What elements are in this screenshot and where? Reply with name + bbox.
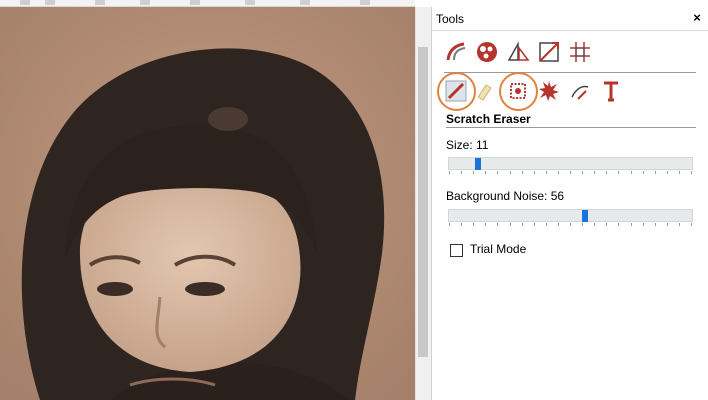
scratch-eraser-tool-button[interactable] [442,77,470,105]
slider-tick [485,171,486,174]
close-icon[interactable]: × [689,9,705,27]
slider-tick [570,171,571,174]
toolbar-button[interactable] [45,0,55,5]
slider-tick [510,223,511,226]
slider-tick [522,223,523,226]
slider-tick [691,171,692,174]
crop-resize-tool-button[interactable] [535,38,563,66]
background-noise-slider[interactable] [448,209,693,222]
slider-tick [546,223,547,226]
slider-tick [558,171,559,174]
slider-tick [485,223,486,226]
slider-tick [594,223,595,226]
slider-tick [667,171,668,174]
sepia-portrait-photo [0,7,415,400]
slider-tick [667,223,668,226]
slider-tick [473,171,474,174]
toolbar-button[interactable] [360,0,370,5]
tools-panel: Tools × Scratch Eraser Size: 11 Backgrou… [431,7,708,400]
color-wheel-tool-button[interactable] [473,38,501,66]
scrollbar-thumb[interactable] [418,47,428,357]
tool-row-divider [444,72,696,73]
slider-tick [570,223,571,226]
color-wheel-icon [477,42,497,62]
section-divider [446,127,696,128]
slider-tick [631,223,632,226]
text-tool-button[interactable] [597,77,625,105]
size-slider-thumb[interactable] [475,158,481,170]
lasso-hand-icon [571,85,589,100]
panel-title: Tools [436,12,465,26]
slider-tick [497,223,498,226]
eraser-tool-button[interactable] [470,77,498,105]
noise-reduction-icon [510,83,526,99]
slider-tick [582,171,583,174]
slider-tick [679,223,680,226]
slider-tick [655,223,656,226]
slider-tick [643,171,644,174]
slider-tick [558,223,559,226]
slider-tick [618,171,619,174]
top-toolbar [0,0,415,7]
slider-tick [606,223,607,226]
toolbar-button[interactable] [95,0,105,5]
eraser-icon [477,84,492,101]
noise-reduction-tool-button[interactable] [504,77,532,105]
background-noise-slider-ticks [449,223,692,226]
toolbar-button[interactable] [300,0,310,5]
grid-tool-button[interactable] [566,38,594,66]
toolbar-button[interactable] [140,0,150,5]
section-title: Scratch Eraser [446,112,531,126]
lasso-hand-tool-button[interactable] [566,77,594,105]
photo-canvas[interactable] [0,7,415,400]
brush-curve-tool-button[interactable] [442,38,470,66]
slider-tick [594,171,595,174]
size-label: Size: 11 [446,138,489,152]
text-tool-icon [604,81,618,102]
trial-mode-label[interactable]: Trial Mode [470,242,526,256]
toolbar-button[interactable] [20,0,30,5]
brush-curve-icon [446,42,466,61]
slider-tick [643,223,644,226]
size-slider[interactable] [448,157,693,170]
slider-tick [606,171,607,174]
slider-tick [461,223,462,226]
red-splash-tool-button[interactable] [535,77,563,105]
slider-tick [461,171,462,174]
vertical-scrollbar[interactable] [415,7,431,400]
slider-tick [473,223,474,226]
slider-tick [497,171,498,174]
slider-tick [679,171,680,174]
slider-tick [449,223,450,226]
slider-tick [546,171,547,174]
crop-resize-icon [539,42,559,62]
grid-icon [570,42,590,62]
slider-tick [534,171,535,174]
size-slider-ticks [449,171,692,174]
slider-tick [522,171,523,174]
red-splash-icon [539,81,559,101]
slider-tick [510,171,511,174]
trial-mode-checkbox[interactable] [450,244,463,257]
title-divider [432,30,708,31]
slider-tick [618,223,619,226]
toolbar-button[interactable] [190,0,200,5]
background-noise-slider-thumb[interactable] [582,210,588,222]
background-noise-label: Background Noise: 56 [446,189,565,203]
slider-tick [582,223,583,226]
slider-tick [631,171,632,174]
slider-tick [691,223,692,226]
slider-tick [655,171,656,174]
slider-tick [534,223,535,226]
scratch-eraser-icon [445,80,467,102]
toolbar-button[interactable] [245,0,255,5]
slider-tick [449,171,450,174]
perspective-tool-button[interactable] [504,38,532,66]
perspective-icon [507,41,530,61]
